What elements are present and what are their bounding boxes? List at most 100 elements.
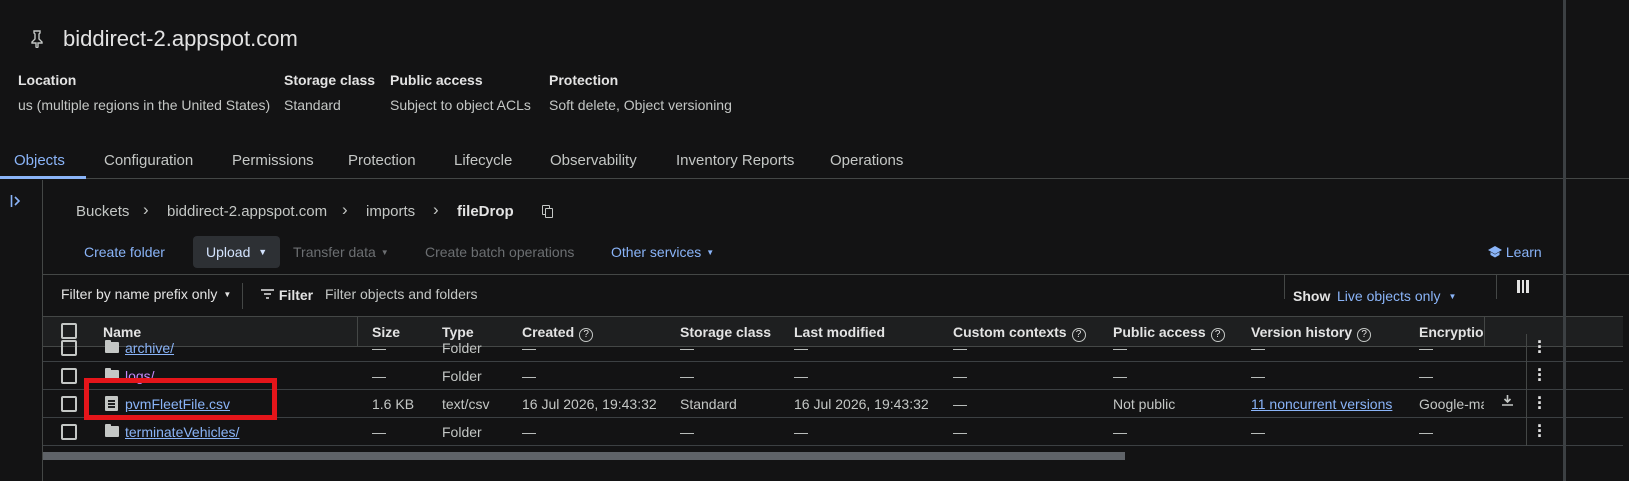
object-name-link[interactable]: archive/	[125, 340, 174, 356]
other-services-label: Other services	[611, 244, 702, 260]
caret-down-icon: ▼	[1448, 292, 1457, 301]
table-row[interactable]: logs/ — Folder — — — — — — — · · ·	[43, 361, 1623, 390]
cell-last-modified: —	[794, 368, 808, 384]
active-tab-indicator	[0, 176, 86, 179]
breadcrumb-bucket[interactable]: biddirect-2.appspot.com	[167, 203, 327, 220]
tab-objects[interactable]: Objects	[14, 152, 65, 169]
divider	[1526, 390, 1527, 418]
cell-type: Folder	[442, 424, 482, 440]
tab-observability[interactable]: Observability	[550, 152, 637, 169]
more-vert-icon[interactable]: · · ·	[1537, 417, 1543, 445]
filter-mode-label: Filter by name prefix only	[61, 286, 218, 302]
create-batch-operations-button[interactable]: Create batch operations	[425, 244, 574, 260]
transfer-data-button[interactable]: Transfer data ▼	[293, 244, 389, 260]
cell-created: —	[522, 424, 536, 440]
divider	[242, 283, 243, 309]
cell-encryption: —	[1419, 424, 1433, 440]
caret-down-icon: ▼	[258, 247, 268, 257]
object-name-link[interactable]: terminateVehicles/	[125, 424, 239, 440]
cell-size: —	[372, 340, 386, 356]
breadcrumb-imports[interactable]: imports	[366, 203, 415, 220]
cell-public-access: —	[1113, 424, 1127, 440]
chevron-right-icon: ›	[342, 200, 348, 219]
transfer-data-label: Transfer data	[293, 244, 376, 260]
cell-storage-class: Standard	[680, 396, 737, 412]
row-checkbox[interactable]	[61, 424, 77, 440]
meta-key: Storage class	[284, 72, 376, 88]
more-vert-icon[interactable]: · · ·	[1537, 361, 1543, 389]
row-checkbox[interactable]	[61, 340, 77, 356]
push-pin-icon[interactable]	[30, 30, 46, 50]
divider	[1526, 418, 1527, 446]
cell-type: text/csv	[442, 396, 490, 412]
filter-label: Filter	[278, 287, 314, 303]
chevron-right-icon: ›	[433, 200, 439, 219]
cell-last-modified: —	[794, 424, 808, 440]
cell-created: 16 Jul 2026, 19:43:32	[522, 396, 657, 412]
tab-configuration[interactable]: Configuration	[104, 152, 193, 169]
tab-bar: Objects Configuration Permissions Protec…	[0, 142, 1629, 179]
cell-size: —	[372, 424, 386, 440]
meta-value: Subject to object ACLs	[390, 97, 531, 113]
divider	[1284, 275, 1285, 299]
column-display-icon[interactable]	[1517, 280, 1529, 293]
cell-version-history: —	[1251, 424, 1265, 440]
more-vert-icon[interactable]: · · ·	[1537, 333, 1543, 361]
download-icon[interactable]	[1501, 394, 1514, 411]
tab-inventory-reports[interactable]: Inventory Reports	[676, 152, 794, 169]
meta-protection: Protection Soft delete, Object versionin…	[549, 72, 732, 113]
meta-value: us (multiple regions in the United State…	[18, 97, 271, 113]
divider	[1496, 275, 1497, 299]
page-title: biddirect-2.appspot.com	[63, 26, 298, 51]
meta-key: Public access	[390, 72, 483, 88]
show-value-label: Live objects only	[1337, 288, 1441, 304]
meta-key: Location	[18, 72, 77, 88]
cell-encryption: —	[1419, 368, 1433, 384]
table-row[interactable]: archive/ — Folder — — — — — — — · · ·	[43, 333, 1623, 362]
meta-value: Soft delete, Object versioning	[549, 97, 732, 113]
cell-size: —	[372, 368, 386, 384]
version-history-link[interactable]: 11 noncurrent versions	[1251, 396, 1392, 412]
cell-custom-contexts: —	[953, 424, 967, 440]
filter-button[interactable]: Filter	[261, 286, 313, 303]
row-checkbox[interactable]	[61, 368, 77, 384]
filter-bar: Filter by name prefix only ▼ Filter Filte…	[43, 275, 1623, 317]
cell-storage-class: —	[680, 424, 694, 440]
show-live-objects-dropdown[interactable]: Live objects only ▼	[1337, 288, 1456, 304]
filter-mode-dropdown[interactable]: Filter by name prefix only ▼	[61, 286, 231, 302]
divider	[1526, 362, 1527, 390]
cell-version-history: —	[1251, 340, 1265, 356]
caret-down-icon: ▼	[706, 248, 715, 257]
cell-public-access: —	[1113, 340, 1127, 356]
cell-created: —	[522, 368, 536, 384]
learn-button[interactable]: Learn	[1488, 244, 1542, 261]
copy-icon[interactable]	[542, 205, 554, 219]
tab-protection[interactable]: Protection	[348, 152, 416, 169]
more-vert-icon[interactable]: · · ·	[1537, 389, 1543, 417]
cell-custom-contexts: —	[953, 340, 967, 356]
table-row[interactable]: pvmFleetFile.csv 1.6 KB text/csv 16 Jul …	[43, 389, 1623, 418]
caret-down-icon: ▼	[380, 248, 389, 257]
filter-input[interactable]: Filter objects and folders	[325, 286, 478, 302]
cell-last-modified: —	[794, 340, 808, 356]
upload-button[interactable]: Upload ▼	[193, 236, 280, 268]
side-panel	[0, 180, 43, 481]
horizontal-scrollbar[interactable]	[43, 452, 1125, 460]
tab-operations[interactable]: Operations	[830, 152, 903, 169]
highlight-box	[84, 378, 277, 420]
cell-type: Folder	[442, 368, 482, 384]
breadcrumb-buckets[interactable]: Buckets	[76, 203, 129, 220]
meta-location: Location us (multiple regions in the Uni…	[18, 72, 270, 113]
vertical-scrollbar[interactable]	[1563, 0, 1566, 481]
tab-lifecycle[interactable]: Lifecycle	[454, 152, 512, 169]
row-checkbox[interactable]	[61, 396, 77, 412]
cell-created: —	[522, 340, 536, 356]
other-services-button[interactable]: Other services ▼	[611, 244, 714, 260]
create-folder-button[interactable]: Create folder	[84, 244, 165, 260]
tab-permissions[interactable]: Permissions	[232, 152, 314, 169]
expand-panel-icon[interactable]	[10, 194, 24, 213]
cell-encryption: Google-ma	[1419, 396, 1484, 412]
cell-size: 1.6 KB	[372, 396, 415, 412]
meta-storage-class: Storage class Standard	[284, 72, 375, 113]
table-row[interactable]: terminateVehicles/ — Folder — — — — — — …	[43, 417, 1623, 446]
